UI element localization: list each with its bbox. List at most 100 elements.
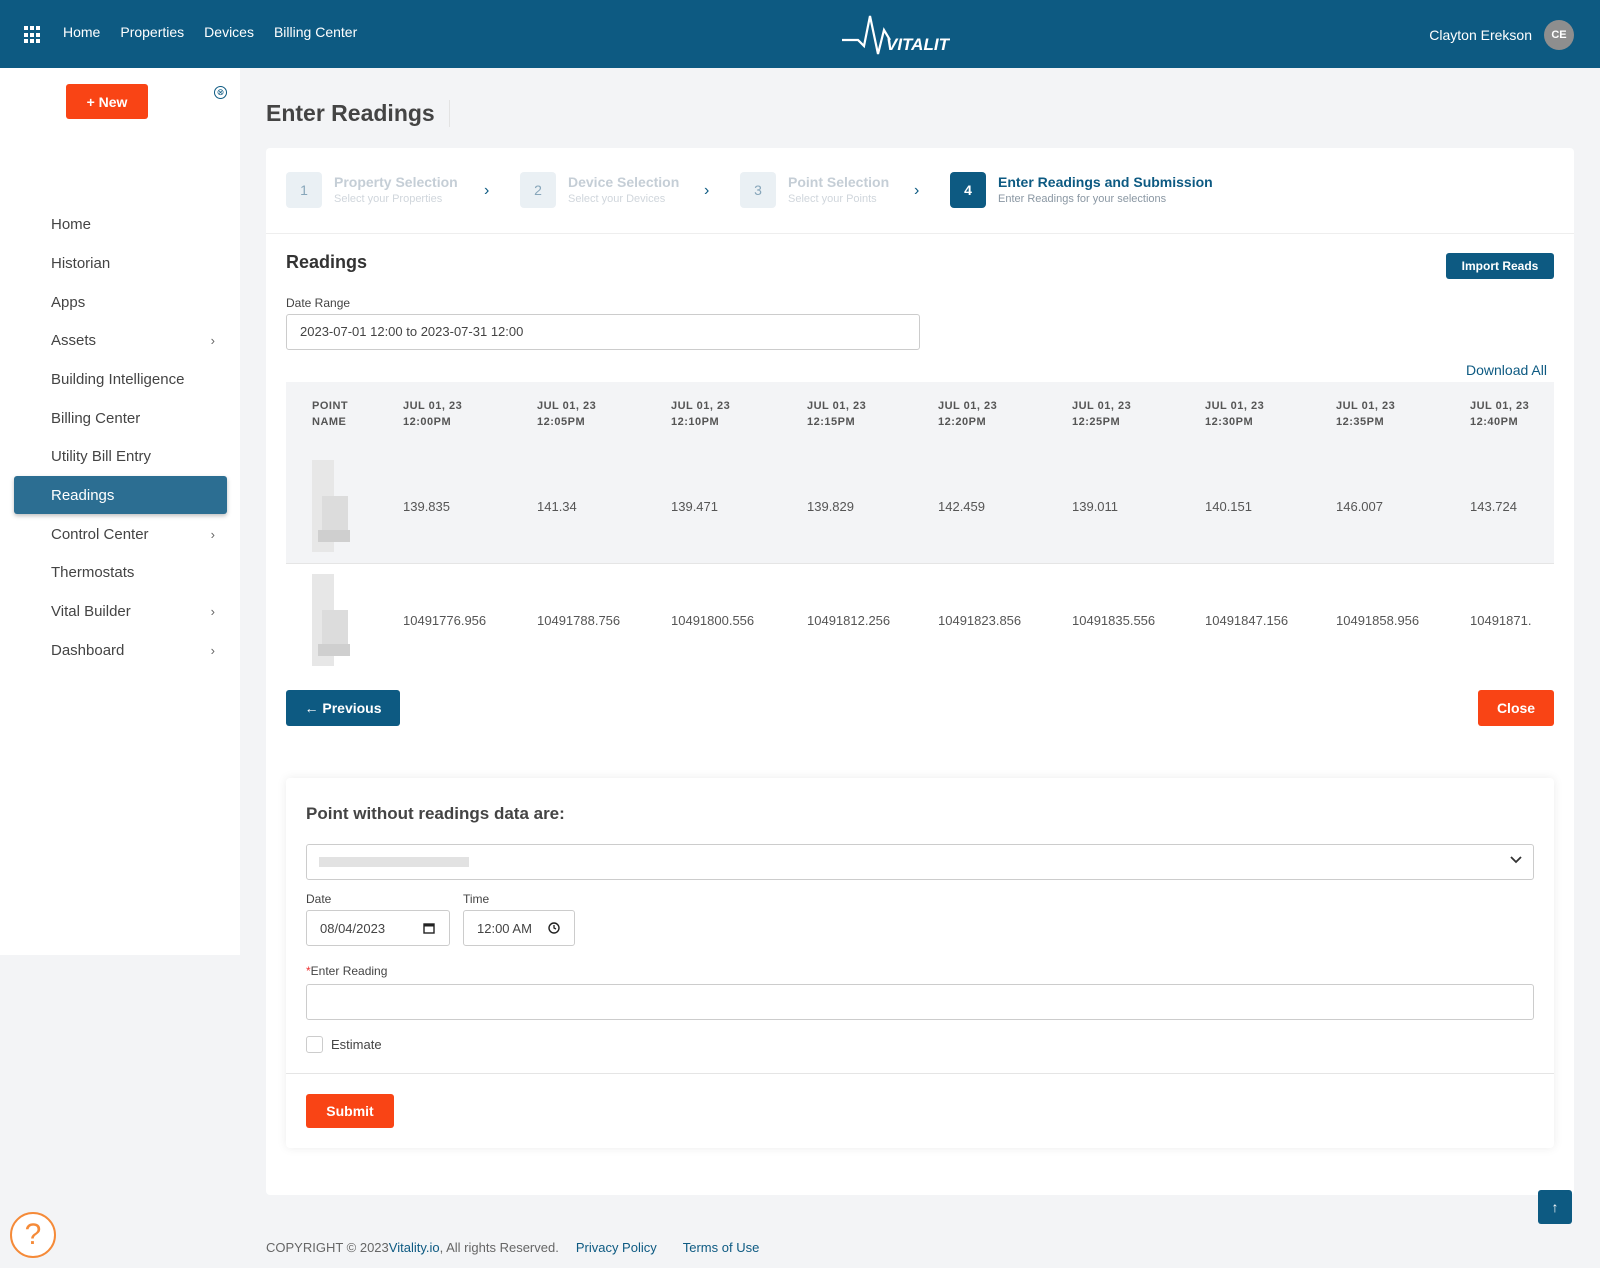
- column-header-timestamp: JUL 01, 23 12:35PM: [1336, 400, 1396, 428]
- date-range-input[interactable]: 2023-07-01 12:00 to 2023-07-31 12:00: [286, 314, 920, 350]
- chevron-right-icon[interactable]: ›: [211, 604, 215, 619]
- sidebar-item-label: Control Center: [51, 525, 149, 543]
- topnav-billing-center-link[interactable]: Billing Center: [274, 24, 357, 40]
- step-subtitle: Select your Properties: [334, 193, 443, 205]
- date-input[interactable]: 08/04/2023: [306, 910, 450, 946]
- column-header-timestamp: JUL 01, 23 12:00PM: [403, 400, 463, 428]
- sidebar-item-label: Home: [51, 215, 92, 233]
- step-subtitle: Select your Devices: [568, 193, 666, 205]
- chevron-right-icon[interactable]: ›: [211, 333, 215, 348]
- date-label: Date: [306, 892, 332, 906]
- reading-cell: 143.724: [1470, 499, 1517, 514]
- close-button[interactable]: Close: [1478, 690, 1554, 726]
- collapse-sidebar-icon[interactable]: ⊗: [214, 86, 227, 99]
- reading-cell: 10491823.856: [938, 613, 1022, 628]
- step-property-selection[interactable]: 1 Property Selection Select your Propert…: [286, 172, 458, 208]
- table-header: POINT NAME JUL 01, 23 12:00PM JUL 01, 23 1…: [286, 382, 1554, 450]
- reading-cell: 10491835.556: [1072, 613, 1156, 628]
- date-range-label: Date Range: [286, 296, 351, 310]
- time-input[interactable]: 12:00 AM: [463, 910, 575, 946]
- download-all-link[interactable]: Download All: [1466, 362, 1547, 378]
- sidebar-item-label: Dashboard: [51, 641, 125, 659]
- enter-reading-label-text: Enter Reading: [310, 964, 388, 978]
- copyright-text: COPYRIGHT © 2023: [266, 1240, 389, 1255]
- scroll-to-top-button[interactable]: ↑: [1538, 1190, 1572, 1224]
- sidebar-item-apps[interactable]: Apps: [14, 283, 227, 321]
- step-device-selection[interactable]: 2 Device Selection Select your Devices: [520, 172, 679, 208]
- step-title: Property Selection: [334, 174, 458, 190]
- privacy-policy-link[interactable]: Privacy Policy: [576, 1240, 657, 1255]
- step-point-selection[interactable]: 3 Point Selection Select your Points: [740, 172, 889, 208]
- topnav-home-link[interactable]: Home: [63, 24, 100, 40]
- reading-cell: 139.829: [807, 499, 854, 514]
- user-name: Clayton Erekson: [1429, 27, 1532, 43]
- sidebar: + New ⊗ Home Historian Apps Assets › Building…: [0, 68, 240, 955]
- user-menu[interactable]: Clayton Erekson CE: [1429, 20, 1574, 50]
- reading-cell: 146.007: [1336, 499, 1383, 514]
- step-enter-readings[interactable]: 4 Enter Readings and Submission Enter Re…: [950, 172, 1213, 208]
- divider: [286, 1073, 1554, 1074]
- estimate-checkbox[interactable]: Estimate: [306, 1036, 382, 1053]
- sidebar-item-label: Apps: [51, 293, 86, 311]
- sidebar-item-dashboard[interactable]: Dashboard ›: [14, 631, 227, 669]
- stepper: 1 Property Selection Select your Propert…: [266, 148, 1574, 234]
- step-number: 1: [286, 172, 322, 208]
- sidebar-item-assets[interactable]: Assets ›: [14, 321, 227, 359]
- page-title: Enter Readings: [266, 100, 450, 127]
- vitality-logo[interactable]: VITALITY: [840, 10, 950, 58]
- top-nav: Home Properties Devices Billing Center: [63, 24, 357, 40]
- logo-text: VITALITY: [886, 35, 950, 54]
- step-title: Point Selection: [788, 174, 890, 190]
- column-header-point-name: POINT NAME: [312, 400, 349, 428]
- calendar-icon[interactable]: [423, 922, 435, 934]
- sidebar-item-home[interactable]: Home: [14, 205, 227, 243]
- step-subtitle: Enter Readings for your selections: [998, 193, 1167, 205]
- sidebar-item-readings[interactable]: Readings: [14, 476, 227, 514]
- new-button[interactable]: + New: [66, 84, 148, 119]
- help-icon[interactable]: ?: [10, 1212, 56, 1258]
- terms-of-use-link[interactable]: Terms of Use: [683, 1240, 760, 1255]
- sidebar-item-label: Billing Center: [51, 409, 141, 427]
- reading-cell: 140.151: [1205, 499, 1252, 514]
- column-header-timestamp: JUL 01, 23 12:25PM: [1072, 400, 1132, 428]
- submit-button[interactable]: Submit: [306, 1094, 394, 1128]
- reading-input[interactable]: [306, 984, 1534, 1020]
- apps-grid-icon[interactable]: [24, 26, 42, 44]
- sidebar-item-label: Thermostats: [51, 563, 135, 581]
- sidebar-item-control-center[interactable]: Control Center ›: [14, 515, 227, 553]
- topnav-properties-link[interactable]: Properties: [120, 24, 184, 40]
- reading-cell: 139.471: [671, 499, 718, 514]
- sidebar-item-utility-bill-entry[interactable]: Utility Bill Entry: [14, 437, 227, 475]
- chevron-right-icon[interactable]: ›: [211, 643, 215, 658]
- previous-button[interactable]: ← Previous: [286, 690, 400, 726]
- sidebar-item-vital-builder[interactable]: Vital Builder ›: [14, 592, 227, 630]
- top-navbar: Home Properties Devices Billing Center V…: [0, 0, 1600, 68]
- chevron-down-icon: [1510, 856, 1522, 864]
- point-select[interactable]: [306, 844, 1534, 880]
- clock-icon[interactable]: [548, 922, 560, 934]
- chevron-right-icon: ›: [484, 182, 490, 199]
- import-reads-button[interactable]: Import Reads: [1446, 253, 1554, 279]
- vitality-link[interactable]: Vitality.io: [389, 1240, 440, 1255]
- topnav-devices-link[interactable]: Devices: [204, 24, 254, 40]
- readings-table: POINT NAME JUL 01, 23 12:00PM JUL 01, 23 1…: [286, 382, 1554, 672]
- time-label: Time: [463, 892, 490, 906]
- step-number: 2: [520, 172, 556, 208]
- sidebar-item-label: Readings: [51, 486, 115, 504]
- chevron-right-icon: ›: [704, 182, 710, 199]
- column-header-timestamp: JUL 01, 23 12:40PM: [1470, 400, 1530, 428]
- column-header-timestamp: JUL 01, 23 12:15PM: [807, 400, 867, 428]
- step-subtitle: Select your Points: [788, 193, 877, 205]
- column-header-timestamp: JUL 01, 23 12:10PM: [671, 400, 731, 428]
- readings-heading: Readings: [286, 252, 368, 272]
- checkbox-box[interactable]: [306, 1036, 323, 1053]
- chevron-right-icon[interactable]: ›: [211, 527, 215, 542]
- sidebar-item-historian[interactable]: Historian: [14, 244, 227, 282]
- time-value: 12:00 AM: [477, 920, 532, 936]
- sidebar-item-billing-center[interactable]: Billing Center: [14, 399, 227, 437]
- reading-cell: 10491858.956: [1336, 613, 1420, 628]
- sidebar-item-building-intelligence[interactable]: Building Intelligence: [14, 360, 227, 398]
- sidebar-item-label: Vital Builder: [51, 602, 131, 620]
- reading-cell: 10491800.556: [671, 613, 755, 628]
- sidebar-item-thermostats[interactable]: Thermostats: [14, 553, 227, 591]
